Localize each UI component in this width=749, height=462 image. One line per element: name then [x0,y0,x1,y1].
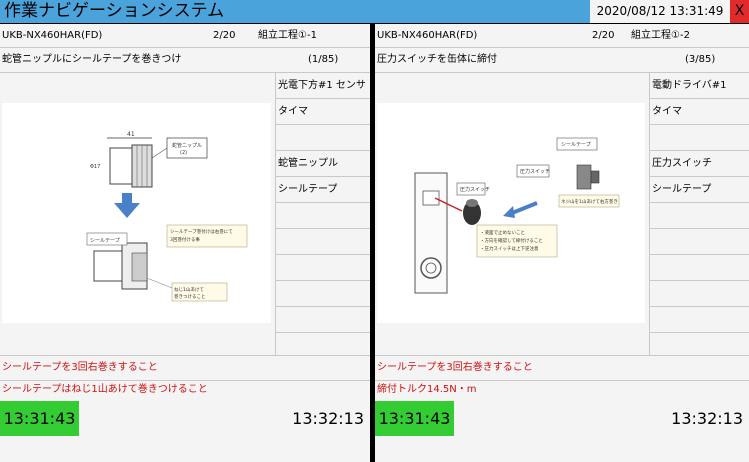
right-step-progress: (3/85) [685,54,716,65]
svg-text:Φ17: Φ17 [90,164,100,170]
left-part-item: 光電下方#1 センサ [276,73,370,99]
left-count: 2/20 [213,30,236,41]
left-step-row: 蛇管ニップルにシールテープを巻きつけ (1/85) [0,48,370,73]
left-instruction: 蛇管ニップルにシールテープを巻きつけ [2,54,182,65]
svg-text:ネジ山を1山あけて右方巻き: ネジ山を1山あけて右方巻き [561,198,618,205]
svg-text:巻きつけること: 巻きつけること [174,293,206,300]
right-part-item: 圧力スイッチ [650,151,749,177]
left-image-area: 41 Φ17 蛇管ニップル (2) シールテープ シールテープ巻付けは右巻にて … [0,73,275,355]
svg-text:蛇管ニップル: 蛇管ニップル [172,142,202,149]
svg-text:(2): (2) [180,150,187,156]
right-caution-2: 締付トルク14.5N・m [377,384,477,395]
right-work-panel: UKB-NX460HAR(FD) 2/20 組立工程①-2 圧力スイッチを缶体に… [375,24,749,462]
right-part-item [650,203,749,229]
right-process-name: 組立工程①-2 [631,30,690,41]
right-parts-list: 電動ドライバ#1 タイマ 圧力スイッチ シールテープ [649,73,749,355]
svg-text:シールテープ巻付けは右巻にて: シールテープ巻付けは右巻にて [170,228,233,235]
left-part-item [276,229,370,255]
right-model-number: UKB-NX460HAR(FD) [377,30,478,41]
svg-text:41: 41 [127,131,135,138]
left-target-time: 13:32:13 [292,409,364,428]
right-count: 2/20 [592,30,615,41]
right-start-time: 13:31:43 [375,401,454,436]
right-caution-1: シールテープを3回右巻きすること [375,355,749,381]
left-process-name: 組立工程①-1 [258,30,317,41]
right-target-time: 13:32:13 [671,409,743,428]
right-part-item: タイマ [650,99,749,125]
left-header: UKB-NX460HAR(FD) 2/20 組立工程①-1 [0,24,370,48]
close-button[interactable]: X [730,0,749,23]
current-datetime: 2020/08/12 13:31:49 [590,0,730,23]
svg-text:圧力スイッチ: 圧力スイッチ [520,168,550,175]
right-header: UKB-NX460HAR(FD) 2/20 組立工程①-2 [375,24,749,48]
left-part-item [276,125,370,151]
svg-text:3回巻付ける事: 3回巻付ける事 [170,236,200,243]
left-caution-1: シールテープを3回右巻きすること [0,355,370,381]
left-step-progress: (1/85) [308,54,339,65]
app-title: 作業ナビゲーションシステム [4,1,225,21]
right-part-item: シールテープ [650,177,749,203]
right-part-item [650,255,749,281]
svg-text:シールテープ: シールテープ [561,142,591,148]
right-part-item [650,281,749,307]
left-caution-2: シールテープはねじ1山あけて巻きつけること [2,384,208,395]
right-part-item [650,229,749,255]
svg-text:ねじ1山あけて: ねじ1山あけて [174,286,204,293]
left-parts-list: 光電下方#1 センサ タイマ 蛇管ニップル シールテープ [275,73,370,355]
left-nipple-diagram: 41 Φ17 蛇管ニップル (2) シールテープ シールテープ巻付けは右巻にて … [86,131,248,302]
right-instruction-image: 圧力スイッチ シールテープ 圧力スイッチ ネジ山を1山あけて右方巻き ・液面で止… [377,103,645,323]
left-part-item: タイマ [276,99,370,125]
right-instruction: 圧力スイッチを缶体に締付 [377,54,497,65]
right-switch-diagram: 圧力スイッチ シールテープ 圧力スイッチ ネジ山を1山あけて右方巻き ・液面で止… [414,137,620,294]
svg-text:シールテープ: シールテープ [90,238,120,244]
left-instruction-image: 41 Φ17 蛇管ニップル (2) シールテープ シールテープ巻付けは右巻にて … [2,103,271,323]
left-part-item: 蛇管ニップル [276,151,370,177]
svg-text:・方向を確認して締付けること: ・方向を確認して締付けること [480,237,543,244]
left-part-item [276,307,370,333]
svg-text:・圧力スイッチは上下逆注意: ・圧力スイッチは上下逆注意 [480,245,539,252]
right-step-row: 圧力スイッチを缶体に締付 (3/85) [375,48,749,73]
right-part-item [650,307,749,333]
right-image-area: 圧力スイッチ シールテープ 圧力スイッチ ネジ山を1山あけて右方巻き ・液面で止… [375,73,649,355]
left-part-item [276,281,370,307]
left-start-time: 13:31:43 [0,401,79,436]
right-part-item: 電動ドライバ#1 [650,73,749,99]
left-part-item [276,203,370,229]
left-model-number: UKB-NX460HAR(FD) [2,30,103,41]
left-part-item: シールテープ [276,177,370,203]
svg-text:圧力スイッチ: 圧力スイッチ [460,186,490,193]
right-part-item [650,125,749,151]
svg-text:・液面で止めないこと: ・液面で止めないこと [480,229,525,236]
left-work-panel: UKB-NX460HAR(FD) 2/20 組立工程①-1 蛇管ニップルにシール… [0,24,370,462]
left-part-item [276,255,370,281]
title-bar: 作業ナビゲーションシステム 2020/08/12 13:31:49 X [0,0,749,23]
